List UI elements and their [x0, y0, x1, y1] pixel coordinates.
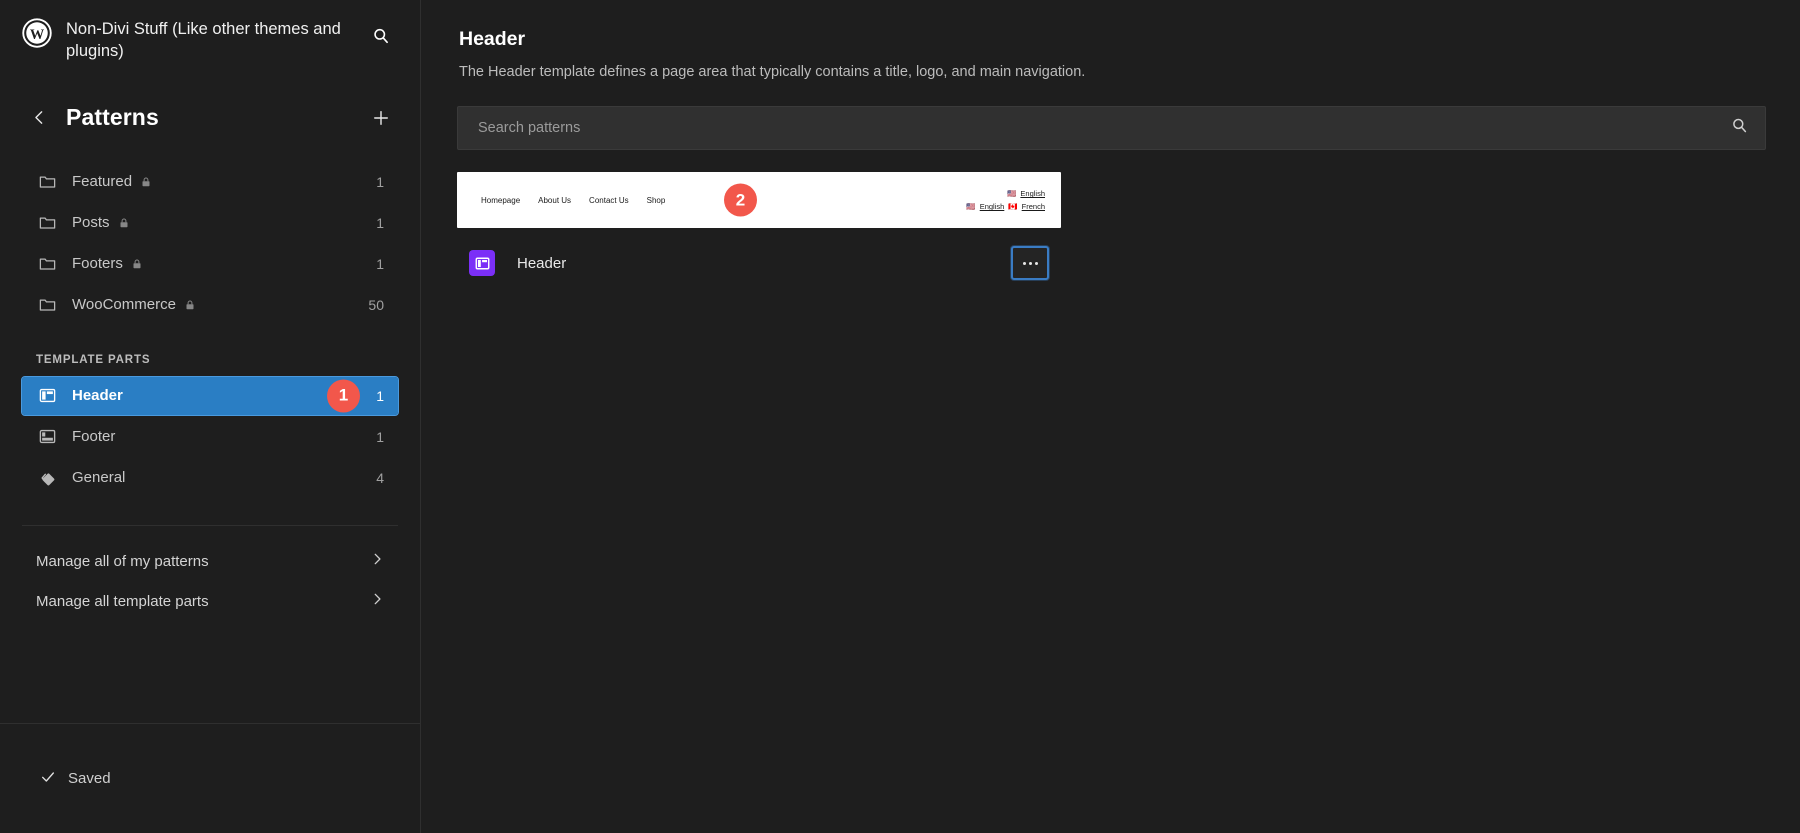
header-layout-icon	[36, 385, 58, 407]
folder-icon	[36, 171, 58, 193]
sidebar-item-label: Footer	[72, 428, 116, 446]
sidebar-item-posts[interactable]: Posts 1	[22, 204, 398, 242]
site-title: Non-Divi Stuff (Like other themes and pl…	[66, 20, 341, 61]
sidebar-item-count: 1	[376, 173, 384, 190]
annotation-badge-2: 2	[724, 183, 757, 217]
sidebar-item-header[interactable]: Header 1 1	[21, 375, 399, 416]
search-icon[interactable]	[1730, 116, 1749, 140]
preview-nav-item: Shop	[646, 195, 666, 205]
sidebar-item-footer[interactable]: Footer 1	[22, 418, 398, 456]
sidebar-item-label: WooCommerce	[72, 296, 176, 314]
folder-icon	[36, 294, 58, 316]
template-parts-list: Header 1 1 Footer 1 General 4	[0, 375, 420, 497]
sidebar-divider	[22, 524, 398, 526]
preview-language-switcher: 🇺🇸 English 🇺🇸 English 🇨🇦 French	[966, 189, 1045, 211]
section-heading-template-parts: TEMPLATE PARTS	[36, 353, 151, 366]
chevron-right-icon	[370, 592, 384, 611]
sidebar-item-count: 4	[376, 469, 384, 486]
sidebar-item-featured[interactable]: Featured 1	[22, 163, 398, 201]
pattern-item-label: Header	[517, 254, 567, 272]
page-title: Patterns	[66, 104, 159, 131]
pattern-results: Homepage About Us Contact Us Shop 🇺🇸 Eng…	[457, 172, 1766, 290]
flag-us-icon: 🇺🇸	[1007, 189, 1017, 199]
search-input[interactable]	[476, 119, 1730, 138]
manage-all-template-parts-link[interactable]: Manage all template parts	[22, 582, 398, 622]
chevron-left-icon[interactable]	[22, 101, 56, 135]
search-icon[interactable]	[364, 19, 398, 53]
app-root: W Non-Divi Stuff (Like other themes and …	[0, 0, 1800, 833]
flag-ca-icon: 🇨🇦	[1008, 202, 1018, 212]
status-badge: Saved	[40, 769, 111, 789]
sidebar-item-count: 1	[376, 428, 384, 445]
pattern-preview-card[interactable]: Homepage About Us Contact Us Shop 🇺🇸 Eng…	[457, 172, 1061, 229]
language-label: French	[1021, 202, 1045, 212]
folder-icon	[36, 253, 58, 275]
sidebar-item-woocommerce[interactable]: WooCommerce 50	[22, 286, 398, 324]
site-header: W Non-Divi Stuff (Like other themes and …	[0, 0, 420, 63]
preview-nav-item: About Us	[538, 195, 572, 205]
saved-label: Saved	[68, 770, 111, 787]
preview-nav-item: Homepage	[481, 195, 521, 205]
ellipsis-icon[interactable]	[1011, 246, 1049, 281]
sidebar-item-count: 1	[376, 214, 384, 231]
dot	[1028, 261, 1032, 265]
main-heading: Header	[459, 28, 526, 50]
main-description: The Header template defines a page area …	[459, 64, 1086, 80]
footer-layout-icon	[36, 426, 58, 448]
language-label: English	[1020, 189, 1045, 199]
sidebar-item-label: Footers	[72, 255, 123, 273]
search-patterns-bar[interactable]	[457, 106, 1766, 151]
main-content: Header The Header template defines a pag…	[421, 0, 1800, 833]
language-label: English	[979, 202, 1005, 212]
sidebar-item-label: Posts	[72, 214, 110, 232]
preview-nav-item: Contact Us	[589, 195, 629, 205]
language-row: 🇺🇸 English 🇨🇦 French	[966, 202, 1045, 211]
dot	[1034, 261, 1038, 265]
sidebar-footer: Saved	[0, 723, 420, 833]
template-part-icon	[469, 250, 495, 277]
lock-icon	[184, 299, 196, 311]
sidebar: W Non-Divi Stuff (Like other themes and …	[0, 0, 421, 833]
sidebar-item-footers[interactable]: Footers 1	[22, 245, 398, 283]
dot	[1022, 261, 1026, 265]
pattern-list-item[interactable]: Header	[457, 236, 1061, 290]
manage-all-patterns-link[interactable]: Manage all of my patterns	[22, 542, 398, 582]
pattern-category-list: Featured 1 Posts 1 Footers 1 WooCommerce…	[0, 163, 420, 324]
layers-diamond-icon	[36, 467, 58, 489]
sidebar-item-label: Featured	[72, 173, 133, 191]
manage-link-label: Manage all of my patterns	[36, 553, 209, 571]
sidebar-item-count: 1	[376, 255, 384, 272]
flag-us-icon: 🇺🇸	[966, 202, 976, 212]
sidebar-item-general[interactable]: General 4	[22, 459, 398, 497]
sidebar-item-count: 50	[368, 296, 384, 313]
wordpress-logo-icon: W	[22, 18, 52, 48]
preview-nav: Homepage About Us Contact Us Shop	[481, 196, 665, 205]
chevron-right-icon	[370, 552, 384, 571]
folder-icon	[36, 212, 58, 234]
svg-text:W: W	[30, 27, 45, 43]
sidebar-item-label: General	[72, 469, 126, 487]
lock-icon	[118, 217, 130, 229]
patterns-panel-header: Patterns	[0, 63, 420, 135]
lock-icon	[131, 258, 143, 270]
annotation-badge-1: 1	[327, 379, 360, 413]
sidebar-item-count: 1	[376, 387, 384, 404]
language-row: 🇺🇸 English	[1007, 189, 1045, 198]
sidebar-item-label: Header	[72, 387, 123, 405]
plus-icon[interactable]	[364, 101, 398, 135]
check-icon	[40, 769, 56, 789]
lock-icon	[140, 176, 152, 188]
manage-link-label: Manage all template parts	[36, 593, 209, 611]
